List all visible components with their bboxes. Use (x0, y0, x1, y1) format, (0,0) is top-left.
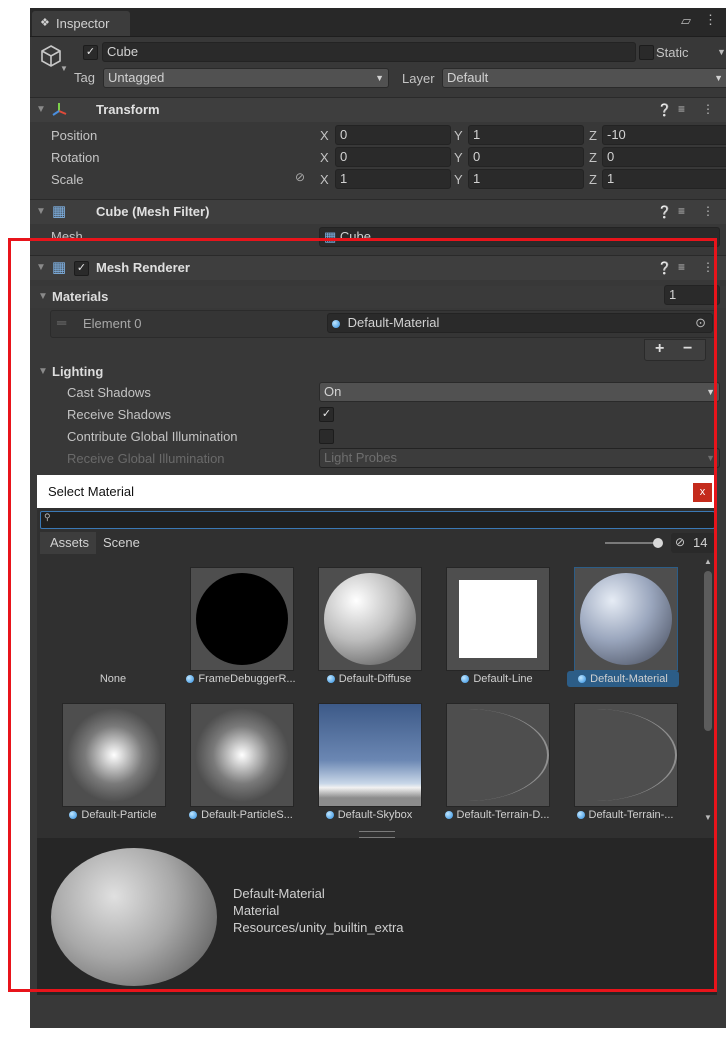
fold-arrow-icon[interactable]: ▼ (36, 206, 46, 217)
lock-icon[interactable]: ▱ (681, 13, 691, 29)
icon-dropdown-arrow[interactable]: ▼ (60, 64, 68, 73)
static-label: Static (656, 45, 689, 60)
position-label: Position (51, 128, 98, 143)
help-icon[interactable]: ❔ (657, 103, 672, 117)
scale-x-field[interactable]: 1 (335, 169, 451, 189)
fold-arrow-icon[interactable]: ▼ (36, 104, 46, 115)
static-checkbox[interactable] (639, 45, 654, 60)
highlight-rectangle (8, 238, 717, 992)
transform-title: Transform (96, 102, 160, 117)
scale-label: Scale (51, 172, 84, 187)
position-z-field[interactable]: -10 (602, 125, 726, 145)
rotation-z-field[interactable]: 0 (602, 147, 726, 167)
rotation-x-label[interactable]: X (320, 150, 329, 165)
tag-chevron-down-icon: ▼ (375, 73, 384, 83)
position-x-field[interactable]: 0 (335, 125, 451, 145)
scale-z-field[interactable]: 1 (602, 169, 726, 189)
tab-inspector-label: Inspector (56, 16, 110, 31)
mesh-filter-title: Cube (Mesh Filter) (96, 204, 210, 219)
active-checkbox[interactable]: ✓ (83, 45, 98, 60)
scale-z-label[interactable]: Z (589, 172, 597, 187)
mesh-filter-icon: ▦ (52, 203, 67, 220)
scale-y-field[interactable]: 1 (468, 169, 584, 189)
layer-chevron-down-icon: ▼ (714, 73, 723, 83)
mesh-filter-header[interactable]: ▼ ▦ Cube (Mesh Filter) ❔ ≡ ⋮ (30, 199, 726, 224)
rotation-z-label[interactable]: Z (589, 150, 597, 165)
tag-value: Untagged (108, 70, 165, 85)
tab-menu-icon[interactable]: ⋮ (704, 12, 717, 28)
rotation-label: Rotation (51, 150, 100, 165)
layer-value: Default (447, 70, 489, 85)
scale-x-label[interactable]: X (320, 172, 329, 187)
component-menu-icon[interactable]: ⋮ (702, 102, 714, 116)
preset-icon[interactable]: ≡ (678, 204, 685, 218)
position-z-label[interactable]: Z (589, 128, 597, 143)
position-y-label[interactable]: Y (454, 128, 463, 143)
tab-inspector[interactable]: ❖ Inspector (32, 11, 130, 36)
preset-icon[interactable]: ≡ (678, 102, 685, 116)
component-menu-icon[interactable]: ⋮ (702, 204, 714, 218)
help-icon[interactable]: ❔ (657, 205, 672, 219)
link-scale-icon[interactable]: ⊘ (295, 170, 305, 184)
layer-label: Layer (402, 71, 435, 86)
position-x-label[interactable]: X (320, 128, 329, 143)
object-name-field[interactable]: Cube (102, 42, 636, 62)
tag-dropdown[interactable]: Untagged ▼ (103, 68, 389, 88)
tab-bar: ❖ Inspector ▱ ⋮ (30, 8, 726, 37)
info-icon: ❖ (40, 17, 50, 29)
static-dropdown-icon[interactable]: ▼ (717, 47, 726, 57)
transform-icon (52, 103, 67, 116)
transform-header[interactable]: ▼ Transform ❔ ≡ ⋮ (30, 97, 726, 122)
rotation-y-label[interactable]: Y (454, 150, 463, 165)
scale-y-label[interactable]: Y (454, 172, 463, 187)
layer-dropdown[interactable]: Default ▼ (442, 68, 726, 88)
rotation-x-field[interactable]: 0 (335, 147, 451, 167)
tag-label: Tag (74, 70, 95, 85)
rotation-y-field[interactable]: 0 (468, 147, 584, 167)
position-y-field[interactable]: 1 (468, 125, 584, 145)
